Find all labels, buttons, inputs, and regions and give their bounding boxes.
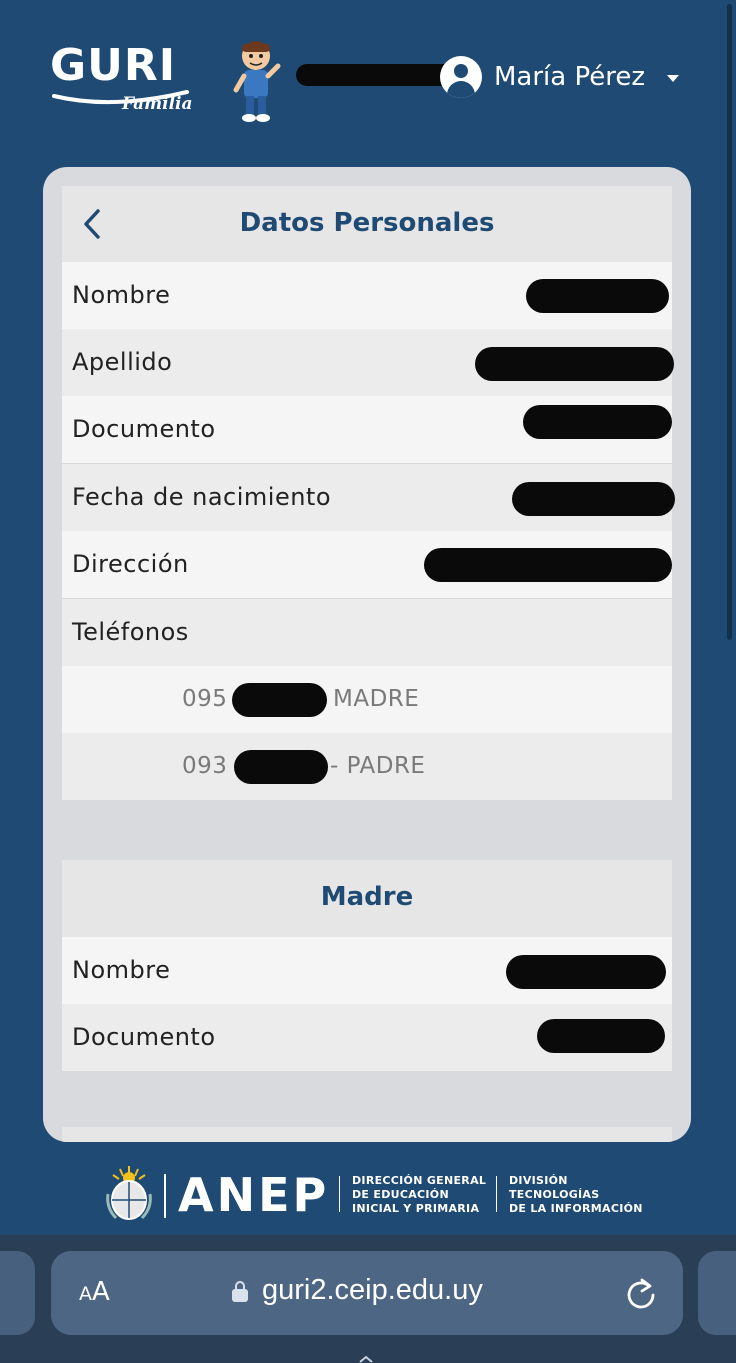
section-title-madre: Madre [320, 882, 414, 912]
footer-divider [164, 1174, 166, 1218]
field-label: Fecha de nacimiento [72, 483, 332, 511]
logo-subtext: Familia [122, 94, 193, 114]
previous-tab[interactable] [0, 1251, 35, 1335]
redacted-value [424, 548, 672, 582]
field-row-apellido: Apellido [62, 329, 674, 396]
redacted-value [475, 347, 674, 381]
field-row-documento: Documento [62, 396, 672, 463]
scrollbar[interactable] [727, 4, 732, 640]
field-row-madre-nombre: Nombre [62, 937, 672, 1004]
address-bar[interactable]: AA guri2.ceip.edu.uy [51, 1251, 683, 1335]
user-account-icon[interactable] [440, 56, 482, 98]
next-section-header [62, 1127, 672, 1142]
field-row-direccion: Dirección [62, 531, 672, 598]
field-label: Documento [72, 1023, 216, 1051]
phone-row[interactable]: 093 - PADRE [62, 733, 672, 800]
next-tab[interactable] [698, 1251, 736, 1335]
field-row-madre-documento: Documento [62, 1004, 672, 1071]
field-label: Teléfonos [72, 618, 189, 646]
redacted-value [506, 955, 666, 989]
student-avatar-icon [233, 41, 281, 122]
reader-text-size-button[interactable]: AA [79, 1277, 110, 1307]
logo-text: GURI [50, 40, 177, 91]
student-data-card: Datos Personales Nombre Apellido Documen… [43, 167, 691, 1142]
redacted-phone [234, 750, 328, 784]
anep-logo-text: ANEP [178, 1168, 330, 1222]
phone-prefix: 093 [182, 753, 228, 779]
redacted-value [512, 482, 675, 516]
guri-familia-logo[interactable]: GURI Familia [50, 40, 200, 120]
field-row-nombre: Nombre [62, 262, 672, 329]
field-label: Dirección [72, 550, 189, 578]
field-row-telefonos: Teléfonos [62, 599, 672, 666]
dti-text: DIVISIÓN TECNOLOGÍAS DE LA INFORMACIÓN [509, 1174, 643, 1215]
field-label: Documento [72, 415, 216, 443]
phone-owner: MADRE [333, 686, 420, 712]
uruguay-seal-icon [106, 1166, 152, 1220]
redacted-value [537, 1019, 665, 1053]
lock-icon [232, 1281, 248, 1303]
redacted-value [523, 405, 672, 439]
personal-data-header: Datos Personales [62, 186, 672, 262]
phone-row[interactable]: 095 MADRE [62, 666, 672, 733]
chevron-up-icon[interactable] [358, 1355, 374, 1363]
phone-prefix: 095 [182, 686, 228, 712]
browser-toolbar: AA guri2.ceip.edu.uy [0, 1235, 736, 1363]
reload-icon[interactable] [625, 1276, 657, 1310]
redacted-phone [232, 683, 327, 717]
field-row-fecha-nacimiento: Fecha de nacimiento [62, 464, 675, 531]
footer-divider [339, 1176, 340, 1212]
mother-header: Madre [62, 860, 672, 937]
phone-owner: - PADRE [330, 753, 426, 779]
field-label: Nombre [72, 956, 171, 984]
anep-footer: ANEP DIRECCIÓN GENERAL DE EDUCACIÓN INIC… [0, 1150, 736, 1240]
chevron-down-icon[interactable] [667, 75, 679, 82]
url-text[interactable]: guri2.ceip.edu.uy [262, 1274, 483, 1307]
field-label: Nombre [72, 281, 171, 309]
section-title-personal: Datos Personales [239, 208, 495, 238]
redacted-value [526, 279, 669, 313]
field-label: Apellido [72, 348, 173, 376]
footer-divider [496, 1176, 497, 1212]
dgeip-text: DIRECCIÓN GENERAL DE EDUCACIÓN INICIAL Y… [352, 1174, 487, 1215]
user-name[interactable]: María Pérez [494, 62, 645, 92]
app-header: GURI Familia María Pérez [0, 0, 736, 150]
